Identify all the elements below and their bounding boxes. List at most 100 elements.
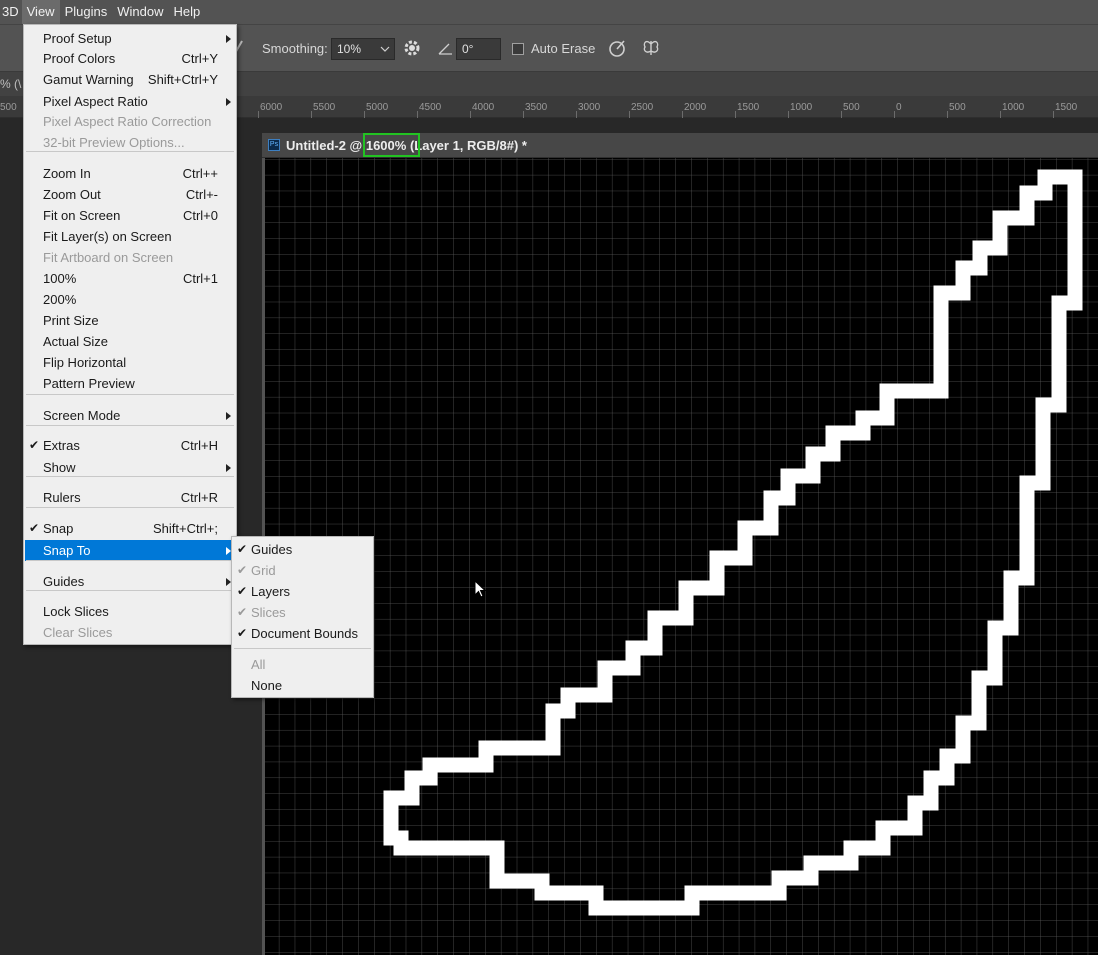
document-titlebar[interactable]: Ps Untitled-2 @ 1600% (Layer 1, RGB/8#) … [262,133,1098,158]
document-name: Untitled-2 @ [286,138,366,153]
menu-item-label: Document Bounds [251,626,358,641]
view-menu-item[interactable]: 100% Ctrl+1 [25,268,235,289]
view-menu-item[interactable]: Gamut Warning Shift+Ctrl+Y [25,69,235,90]
menu-plugins[interactable]: Plugins [60,0,113,24]
menu-separator [26,394,234,395]
ruler-tick-label: 0 [896,102,902,113]
checkmark-icon: ✔ [237,584,248,598]
checkmark-icon: ✔ [237,542,248,556]
checkmark-icon: ✔ [237,626,248,640]
menu-item-label: Snap To [43,543,91,558]
checkmark-icon: ✔ [237,605,248,619]
ruler-tick-label: 4500 [419,102,442,113]
view-menu-item: Pixel Aspect Ratio Correction [25,111,235,132]
smoothing-label: Smoothing: [262,41,328,56]
angle-icon [438,43,452,55]
view-menu-item[interactable]: Print Size [25,310,235,331]
ruler-tick-label: 1500 [1055,102,1078,113]
angle-input[interactable]: 0° [456,38,501,60]
mouse-cursor [474,580,487,598]
view-menu-item[interactable]: Fit Layer(s) on Screen [25,226,235,247]
snap-menu-item: ✔ Grid [233,560,372,581]
ruler-tick [788,111,789,118]
canvas[interactable] [265,158,1098,955]
checkmark-icon: ✔ [237,563,248,577]
view-menu-item[interactable]: Guides [25,571,235,592]
symmetry-icon[interactable] [640,37,662,59]
ruler-tick [947,111,948,118]
ruler-tick-label: 3500 [525,102,548,113]
menu-item-shortcut: Ctrl+Y [181,51,218,66]
menu-view[interactable]: View [21,0,60,24]
menu-item-label: Snap [43,521,74,536]
menu-item-shortcut: Ctrl+R [180,490,218,505]
menu-bar: 3D View Plugins Window Help [0,0,1098,24]
menu-3d[interactable]: 3D [0,0,22,24]
view-menu-item[interactable]: Zoom Out Ctrl+- [25,184,235,205]
ruler-tick [470,111,471,118]
view-menu-item[interactable]: Show [25,457,235,478]
menu-item-label: Gamut Warning [43,72,134,87]
snap-to-submenu: ✔ Guides ✔ Grid ✔ Layers ✔ Slices ✔ Document Boun… [231,536,374,698]
view-menu-item[interactable]: Screen Mode [25,405,235,426]
menu-item-label: Extras [43,438,80,453]
ruler-tick [1053,111,1054,118]
menu-window[interactable]: Window [112,0,168,24]
menu-item-shortcut: Ctrl+H [180,438,218,453]
menu-item-shortcut: Shift+Ctrl+Y [147,72,218,87]
menu-item-label: Pixel Aspect Ratio Correction [43,114,212,129]
view-menu-item[interactable]: Pattern Preview [25,373,235,394]
view-menu-item[interactable]: Flip Horizontal [25,352,235,373]
ruler-tick [1000,111,1001,118]
view-menu-item[interactable]: Proof Colors Ctrl+Y [25,48,235,69]
menu-item-shortcut: Ctrl++ [182,166,218,181]
menu-item-label: Pixel Aspect Ratio [43,94,148,109]
ruler-tick-label: 1500 [737,102,760,113]
snap-menu-item[interactable]: None [233,675,372,696]
view-menu-item[interactable]: Fit on Screen Ctrl+0 [25,205,235,226]
submenu-arrow-icon [226,464,231,472]
view-menu-item[interactable]: ✔ Extras Ctrl+H [25,435,235,456]
ruler-tick [258,111,259,118]
menu-item-label: 32-bit Preview Options... [43,135,185,150]
snap-menu-item[interactable]: ✔ Guides [233,539,372,560]
view-menu-item[interactable]: ✔ Snap Shift+Ctrl+; [25,518,235,539]
snap-menu-item[interactable]: ✔ Layers [233,581,372,602]
view-menu-item[interactable]: Proof Setup [25,28,235,49]
menu-item-label: Actual Size [43,334,109,349]
view-menu-item: Clear Slices [25,622,235,643]
menu-item-shortcut: Ctrl+- [185,187,218,202]
view-menu-item[interactable]: Zoom In Ctrl++ [25,163,235,184]
menu-item-label: Pattern Preview [43,376,135,391]
ruler-tick [523,111,524,118]
pixel-canvas[interactable] [265,158,1098,955]
menu-help[interactable]: Help [168,0,205,24]
submenu-arrow-icon [226,98,231,106]
menu-item-label: Grid [251,563,276,578]
document-tab-label[interactable]: % (\ [0,77,21,91]
pressure-icon[interactable] [606,37,628,59]
view-menu-item[interactable]: Rulers Ctrl+R [25,487,235,508]
menu-item-label: Rulers [43,490,81,505]
view-menu-item[interactable]: Actual Size [25,331,235,352]
ruler-tick [417,111,418,118]
auto-erase-checkbox[interactable] [512,43,524,55]
view-menu-item[interactable]: Lock Slices [25,601,235,622]
ruler-tick-label: 1000 [1002,102,1025,113]
view-menu-item[interactable]: Pixel Aspect Ratio [25,91,235,112]
menu-separator [26,590,234,591]
menu-item-label: Guides [251,542,293,557]
view-menu-item[interactable]: Snap To [25,540,235,561]
snap-menu-item: ✔ Slices [233,602,372,623]
menu-item-label: Slices [251,605,286,620]
angle-value: 0° [462,42,474,56]
gear-icon[interactable] [401,37,423,59]
menu-item-label: Fit Artboard on Screen [43,250,174,265]
view-menu-item[interactable]: 200% [25,289,235,310]
smoothing-value: 10% [337,42,362,56]
chevron-down-icon[interactable] [380,45,390,53]
snap-menu-item[interactable]: ✔ Document Bounds [233,623,372,644]
menu-item-label: None [251,678,283,693]
ruler-tick-label: 500 [949,102,966,113]
menu-item-label: Proof Colors [43,51,116,66]
